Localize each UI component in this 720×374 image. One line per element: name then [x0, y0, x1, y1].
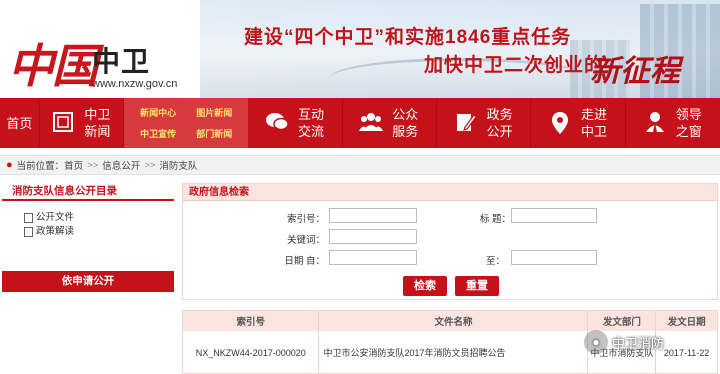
page: 中国 中卫 www.nxzw.gov.cn 建设“四个中卫”和实施1846重点任… [0, 0, 720, 374]
nav-public-service[interactable]: 公众服务 [343, 98, 437, 148]
breadcrumb: ● 当前位置： 首页 >> 信息公开 >> 消防支队 [0, 155, 720, 175]
search-panel-title: 政府信息检索 [183, 184, 717, 201]
search-button[interactable]: 检索 [403, 276, 447, 296]
column-header-department: 发文部门 [588, 311, 657, 331]
title-input[interactable] [511, 208, 597, 223]
submenu-department-news[interactable]: 部门新闻 [186, 127, 242, 140]
sidebar: 消防支队信息公开目录 公开文件 政策解读 依申请公开 [2, 183, 174, 292]
leader-icon [643, 111, 667, 135]
nav-home[interactable]: 首页 [0, 98, 40, 148]
date-to-input[interactable] [511, 250, 597, 265]
sidebar-link-policy-interpretation-label: 政策解读 [36, 226, 75, 237]
keyword-input[interactable] [329, 229, 417, 244]
chat-icon [265, 111, 289, 135]
edit-icon [454, 111, 478, 135]
nav-interaction[interactable]: 互动交流 [248, 98, 343, 148]
site-logo-mark[interactable]: 中国 [8, 30, 98, 96]
sidebar-title: 消防支队信息公开目录 [2, 183, 174, 201]
breadcrumb-separator: >> [87, 159, 99, 171]
sidebar-link-list: 公开文件 政策解读 [2, 201, 174, 261]
nav-leaders-window-label: 领导之窗 [675, 107, 702, 139]
apply-disclosure-button[interactable]: 依申请公开 [2, 271, 174, 292]
document-icon [24, 227, 33, 237]
slogan-line1: 建设“四个中卫”和实施1846重点任务 [244, 27, 572, 48]
nav-news[interactable]: 中卫新闻 [40, 98, 125, 148]
reset-button[interactable]: 重置 [455, 276, 499, 296]
column-header-file-name: 文件名称 [319, 311, 589, 331]
slogan-line2: 加快中卫二次创业的 [424, 55, 605, 76]
column-header-date: 发文日期 [667, 317, 706, 328]
location-icon [548, 111, 572, 135]
nav-leaders-window[interactable]: 领导之窗 [626, 98, 720, 148]
title-label: 标 题： [479, 214, 511, 225]
column-header-index: 索引号 [183, 311, 320, 331]
breadcrumb-info-public[interactable]: 信息公开 [102, 158, 140, 172]
date-to-label: 至： [485, 256, 505, 267]
site-url: www.nxzw.gov.cn [92, 78, 178, 90]
submenu-news-center[interactable]: 新闻中心 [130, 106, 186, 119]
sidebar-link-policy-interpretation[interactable]: 政策解读 [24, 225, 174, 239]
nav-enter-zhongwei-label: 走进中卫 [580, 107, 607, 139]
cell-index-number: NX_NKZW44-2017-000020 [183, 331, 320, 374]
submenu-zhongwei-publicity[interactable]: 中卫宣传 [130, 127, 186, 140]
cell-date: 2017-11-22 [663, 347, 710, 358]
date-from-input[interactable] [329, 250, 417, 265]
header-banner: 中国 中卫 www.nxzw.gov.cn 建设“四个中卫”和实施1846重点任… [0, 0, 720, 98]
people-icon [359, 111, 384, 135]
nav-government-affairs[interactable]: 政务公开 [437, 98, 532, 148]
wechat-account-icon: ● [584, 330, 608, 354]
date-from-label: 日期 自： [284, 256, 325, 267]
breadcrumb-separator: >> [144, 159, 156, 171]
breadcrumb-fire-brigade[interactable]: 消防支队 [159, 158, 197, 172]
nav-enter-zhongwei[interactable]: 走进中卫 [531, 98, 626, 148]
main-nav: 首页 中卫新闻 新闻中心 图片新闻 中卫宣传 部门新闻 互动交流 公众服务 政务… [0, 98, 720, 148]
nav-government-affairs-label: 政务公开 [486, 107, 513, 139]
submenu-photo-news[interactable]: 图片新闻 [186, 106, 242, 119]
cell-file-name-link[interactable]: 中卫市公安消防支队2017年消防文员招聘公告 [319, 331, 589, 374]
table-header: 索引号 文件名称 发文部门 发文日期 [183, 311, 717, 331]
sidebar-link-public-files[interactable]: 公开文件 [24, 211, 174, 225]
search-panel: 政府信息检索 索引号： 标 题： 关键词： 日期 自： 至： 检索 重置 [182, 183, 718, 300]
nav-news-label: 中卫新闻 [84, 107, 111, 139]
index-number-label: 索引号： [286, 214, 325, 225]
breadcrumb-prefix: 当前位置： [16, 161, 65, 172]
news-icon [51, 111, 75, 135]
keyword-label: 关键词： [286, 235, 325, 246]
site-logo-text[interactable]: 中卫 [92, 40, 150, 80]
index-number-input[interactable] [329, 208, 417, 223]
watermark-text: 中卫消防 [612, 335, 665, 351]
slogan-art-text: 新征程 [590, 54, 680, 89]
location-pin-icon: ● [6, 159, 13, 171]
document-icon [24, 213, 33, 223]
nav-public-service-label: 公众服务 [392, 107, 419, 139]
nav-interaction-label: 互动交流 [297, 107, 324, 139]
nav-home-label: 首页 [6, 115, 33, 131]
news-submenu: 新闻中心 图片新闻 中卫宣传 部门新闻 [124, 98, 249, 148]
wechat-watermark: ● 中卫消防 [584, 330, 664, 354]
breadcrumb-home[interactable]: 首页 [64, 158, 83, 172]
sidebar-link-public-files-label: 公开文件 [36, 212, 75, 223]
